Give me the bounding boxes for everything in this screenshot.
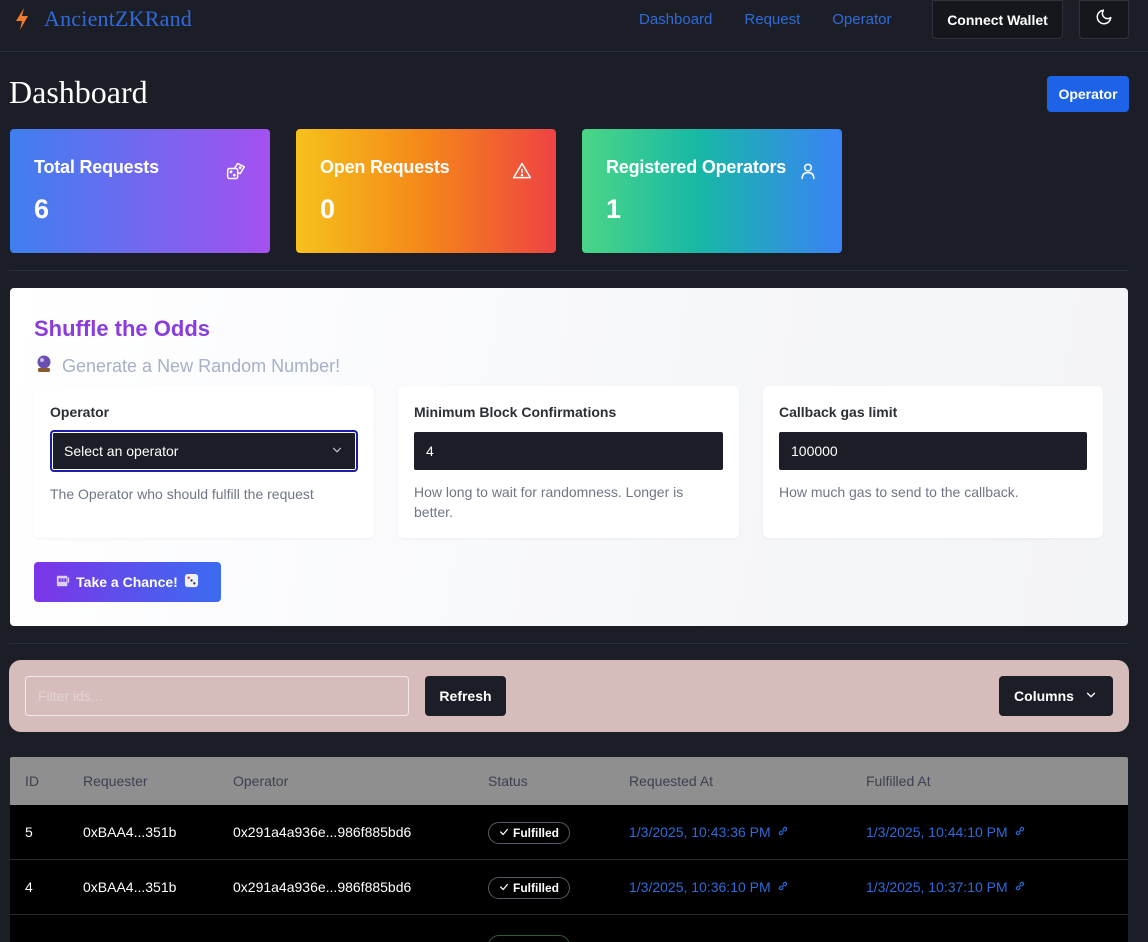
nav-link-operator[interactable]: Operator <box>832 11 891 28</box>
columns-button[interactable]: Columns <box>999 676 1113 716</box>
field-help: How long to wait for randomness. Longer … <box>414 484 684 520</box>
connect-wallet-button[interactable]: Connect Wallet <box>932 0 1063 39</box>
take-a-chance-button[interactable]: Take a Chance! <box>34 562 221 602</box>
operator-select-value: Select an operator <box>64 443 179 459</box>
stat-card-open-requests: Open Requests 0 <box>296 129 556 253</box>
field-label: Callback gas limit <box>779 404 898 420</box>
cell-requested-at-link[interactable]: 1/3/2025, 10:43:36 PM <box>629 824 789 840</box>
check-icon <box>499 826 509 840</box>
form-title: Shuffle the Odds <box>34 316 210 341</box>
brand[interactable]: AncientZKRand <box>14 6 192 32</box>
link-icon <box>777 824 789 840</box>
column-header-status[interactable]: Status <box>488 773 528 789</box>
requested-at-text: 1/3/2025, 10:43:36 PM <box>629 824 771 840</box>
nav-link-dashboard[interactable]: Dashboard <box>639 11 712 28</box>
column-header-requester[interactable]: Requester <box>83 773 148 789</box>
status-badge-partial <box>488 935 570 942</box>
field-label: Minimum Block Confirmations <box>414 404 617 420</box>
column-header-id[interactable]: ID <box>25 773 39 789</box>
divider <box>9 270 1129 271</box>
navbar: AncientZKRand Dashboard Request Operator… <box>0 0 1148 52</box>
dice-icon <box>226 161 246 186</box>
stat-value: 0 <box>320 194 336 224</box>
chevron-down-icon <box>1084 688 1098 705</box>
request-form-panel: Shuffle the Odds Generate a New Random N… <box>10 288 1128 626</box>
page-title: Dashboard <box>9 74 148 110</box>
lightning-icon <box>14 7 30 31</box>
check-icon <box>499 881 509 895</box>
user-icon <box>798 161 818 186</box>
status-badge: Fulfilled <box>488 877 570 899</box>
requests-table: ID Requester Operator Status Requested A… <box>10 757 1128 942</box>
stat-card-registered-operators: Registered Operators 1 <box>582 129 842 253</box>
dice-icon <box>184 573 199 591</box>
cell-requester: 0xBAA4...351b <box>83 879 177 895</box>
fulfilled-at-text: 1/3/2025, 10:37:10 PM <box>866 879 1008 895</box>
table-row[interactable]: 5 0xBAA4...351b 0x291a4a936e...986f885bd… <box>10 805 1128 860</box>
theme-toggle-button[interactable] <box>1079 0 1129 39</box>
form-subtitle: Generate a New Random Number! <box>34 354 340 379</box>
fulfilled-at-text: 1/3/2025, 10:44:10 PM <box>866 824 1008 840</box>
gas-limit-input[interactable]: 100000 <box>779 432 1087 470</box>
status-text: Fulfilled <box>513 881 559 895</box>
status-text: Fulfilled <box>513 826 559 840</box>
requested-at-text: 1/3/2025, 10:36:10 PM <box>629 879 771 895</box>
link-icon <box>777 879 789 895</box>
form-subtitle-text: Generate a New Random Number! <box>62 356 341 376</box>
moon-icon <box>1095 8 1113 31</box>
cell-requested-at-link[interactable]: 1/3/2025, 10:36:10 PM <box>629 879 789 895</box>
stat-label: Registered Operators <box>606 157 787 177</box>
operator-select[interactable]: Select an operator <box>50 430 358 472</box>
cell-fulfilled-at-link[interactable]: 1/3/2025, 10:44:10 PM <box>866 824 1026 840</box>
cell-id: 5 <box>25 824 33 840</box>
slot-machine-icon <box>56 574 70 591</box>
refresh-button[interactable]: Refresh <box>425 676 506 716</box>
gas-limit-field: Callback gas limit 100000 How much gas t… <box>763 386 1103 538</box>
cell-operator: 0x291a4a936e...986f885bd6 <box>233 879 412 895</box>
warning-icon <box>512 161 532 186</box>
stat-card-total-requests: Total Requests 6 <box>10 129 270 253</box>
status-badge: Fulfilled <box>488 822 570 844</box>
cell-operator: 0x291a4a936e...986f885bd6 <box>233 824 412 840</box>
take-a-chance-label: Take a Chance! <box>76 574 178 590</box>
nav-link-request[interactable]: Request <box>744 11 800 28</box>
operator-button[interactable]: Operator <box>1047 76 1129 112</box>
columns-label: Columns <box>1014 688 1074 704</box>
stat-label: Open Requests <box>320 157 450 177</box>
block-confirmations-field: Minimum Block Confirmations 4 How long t… <box>398 386 739 538</box>
column-header-fulfilled-at[interactable]: Fulfilled At <box>866 773 931 789</box>
divider <box>9 643 1129 644</box>
link-icon <box>1014 879 1026 895</box>
column-header-operator[interactable]: Operator <box>233 773 288 789</box>
table-toolbar: Filter ids... Refresh Columns <box>9 660 1129 732</box>
cell-requester: 0xBAA4...351b <box>83 824 177 840</box>
brand-name: AncientZKRand <box>44 6 193 31</box>
table-row-partial <box>10 915 1128 942</box>
table-row[interactable]: 4 0xBAA4...351b 0x291a4a936e...986f885bd… <box>10 860 1128 915</box>
cell-id: 4 <box>25 879 33 895</box>
nav-links: Dashboard Request Operator <box>639 11 891 28</box>
field-help: The Operator who should fulfill the requ… <box>50 486 314 502</box>
block-confirmations-input[interactable]: 4 <box>414 432 723 470</box>
stat-label: Total Requests <box>34 157 159 177</box>
link-icon <box>1014 824 1026 840</box>
cell-fulfilled-at-link[interactable]: 1/3/2025, 10:37:10 PM <box>866 879 1026 895</box>
table-header: ID Requester Operator Status Requested A… <box>10 757 1128 805</box>
column-header-requested-at[interactable]: Requested At <box>629 773 713 789</box>
operator-field: Operator Select an operator The Operator… <box>34 386 374 538</box>
stat-value: 1 <box>606 194 622 224</box>
field-label: Operator <box>50 404 110 420</box>
filter-input[interactable]: Filter ids... <box>25 676 409 716</box>
chevron-down-icon <box>330 443 344 460</box>
crystal-ball-icon <box>34 354 54 379</box>
stat-value: 6 <box>34 194 50 224</box>
field-help: How much gas to send to the callback. <box>779 484 1019 500</box>
